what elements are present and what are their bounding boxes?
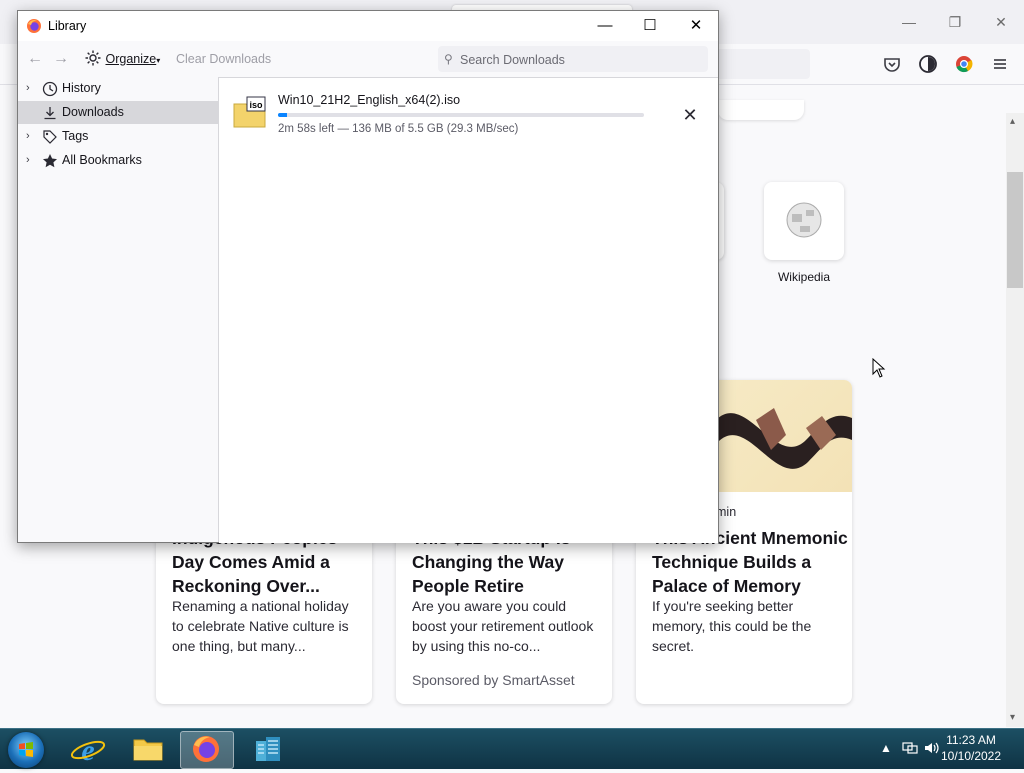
windows-logo-icon xyxy=(19,742,33,757)
clear-downloads-button[interactable]: Clear Downloads xyxy=(176,49,271,69)
internet-explorer-icon: e xyxy=(70,734,106,767)
scrollbar-thumb[interactable] xyxy=(1007,172,1023,288)
search-field[interactable]: ⚲ xyxy=(438,46,708,72)
download-status: 2m 58s left — 136 MB of 5.5 GB (29.3 MB/… xyxy=(278,123,519,135)
close-button[interactable]: ✕ xyxy=(684,15,708,37)
browser-restore-button[interactable]: ❐ xyxy=(944,12,966,32)
chevron-right-icon[interactable]: › xyxy=(26,125,38,148)
download-icon xyxy=(44,107,56,120)
library-toolbar: ← → Organize▾ Clear Downloads ⚲ xyxy=(18,41,718,77)
card-excerpt: Are you aware you could boost your retir… xyxy=(412,598,594,654)
browser-close-button[interactable]: ✕ xyxy=(990,12,1012,32)
wikipedia-globe-icon xyxy=(786,202,822,238)
taskbar-firefox[interactable] xyxy=(180,731,234,769)
forward-arrow-icon[interactable]: → xyxy=(52,50,70,68)
card-excerpt: If you're seeking better memory, this co… xyxy=(652,598,812,654)
clock-date: 10/10/2022 xyxy=(940,749,1002,763)
sidebar-item-label: History xyxy=(62,81,101,95)
browser-minimize-button[interactable]: — xyxy=(898,12,920,32)
download-progress-bar xyxy=(278,113,644,117)
iso-file-icon: iso xyxy=(233,96,266,128)
start-button[interactable] xyxy=(8,732,44,768)
library-titlebar: Library — ☐ ✕ xyxy=(18,11,718,41)
sidebar-item-downloads[interactable]: Downloads xyxy=(18,101,218,124)
show-hidden-icons-icon[interactable]: ▲ xyxy=(880,741,896,755)
account-icon[interactable] xyxy=(918,54,938,74)
search-input[interactable] xyxy=(458,49,702,71)
sidebar-item-tags[interactable]: › Tags xyxy=(18,125,218,148)
library-sidebar: › History Downloads › Tags › All Bookmar… xyxy=(18,77,219,542)
firefox-icon xyxy=(193,736,219,762)
chevron-right-icon[interactable]: › xyxy=(26,149,38,172)
gear-icon xyxy=(85,50,101,66)
chrome-extension-icon[interactable] xyxy=(954,54,974,74)
iso-icon-text: iso xyxy=(249,100,263,110)
organize-menu-button[interactable]: Organize▾ xyxy=(84,49,160,69)
card-read-time: min xyxy=(716,505,737,519)
taskbar: e ▲ 11:23 AM 10/10/2022 xyxy=(0,728,1024,769)
maximize-button[interactable]: ☐ xyxy=(638,15,662,37)
folder-icon xyxy=(133,739,163,761)
sidebar-item-label: All Bookmarks xyxy=(62,153,142,167)
star-icon xyxy=(43,154,57,168)
sidebar-item-label: Tags xyxy=(62,129,89,143)
svg-text:e: e xyxy=(81,734,94,767)
chevron-right-icon[interactable]: › xyxy=(26,77,38,100)
clock-icon xyxy=(42,81,58,97)
taskbar-internet-explorer[interactable]: e xyxy=(62,731,114,767)
firefox-icon xyxy=(27,19,41,33)
network-icon[interactable] xyxy=(902,741,918,755)
wikipedia-shortcut[interactable] xyxy=(764,182,844,260)
pocket-icon[interactable] xyxy=(882,54,902,74)
sidebar-item-all-bookmarks[interactable]: › All Bookmarks xyxy=(18,149,218,172)
background-card-fragment xyxy=(718,100,804,120)
menu-icon[interactable] xyxy=(990,54,1010,74)
taskbar-app[interactable] xyxy=(242,731,294,767)
library-window: Library — ☐ ✕ ← → Organize▾ Clear Downlo… xyxy=(17,10,719,543)
clock-time: 11:23 AM xyxy=(946,733,996,747)
search-icon: ⚲ xyxy=(444,52,453,66)
chevron-down-icon: ▾ xyxy=(156,56,161,65)
card-excerpt: Renaming a national holiday to celebrate… xyxy=(172,598,349,654)
minimize-button[interactable]: — xyxy=(593,15,617,37)
download-progress-fill xyxy=(278,113,287,117)
downloads-list: iso Win10_21H2_English_x64(2).iso 2m 58s… xyxy=(219,77,718,543)
scroll-down-icon[interactable]: ▾ xyxy=(1010,713,1020,723)
taskbar-file-explorer[interactable] xyxy=(122,731,174,767)
mouse-cursor-icon xyxy=(872,358,886,378)
scroll-up-icon[interactable]: ▴ xyxy=(1010,117,1020,127)
clock[interactable]: 11:23 AM 10/10/2022 xyxy=(936,732,1006,764)
download-filename: Win10_21H2_English_x64(2).iso xyxy=(278,93,461,107)
tag-icon xyxy=(43,130,57,144)
card-sponsor: Sponsored by SmartAsset xyxy=(412,672,575,688)
window-title: Library xyxy=(48,19,87,33)
sidebar-item-label: Downloads xyxy=(62,105,124,119)
back-arrow-icon[interactable]: ← xyxy=(26,50,44,68)
cancel-download-button[interactable]: ✕ xyxy=(679,104,701,126)
sidebar-item-history[interactable]: › History xyxy=(18,77,218,100)
shortcut-label: Wikipedia xyxy=(777,270,831,284)
organize-label: Organize xyxy=(105,52,157,66)
building-app-icon xyxy=(256,737,280,761)
